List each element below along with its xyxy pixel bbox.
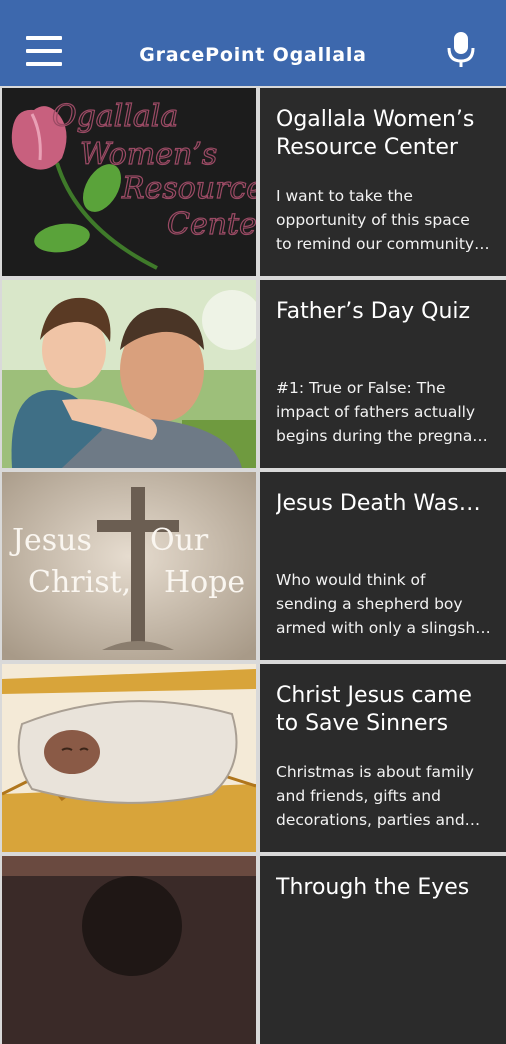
article-excerpt: #1: True or False: The impact of fathers… — [276, 379, 488, 445]
article-thumbnail — [2, 664, 256, 852]
article-thumbnail: Ogallala Women’s Resource Center — [2, 88, 256, 276]
thumbnail-text: Christ, — [28, 565, 131, 600]
thumbnail-text: Women’s — [80, 137, 217, 172]
article-title: Father’s Day Quiz — [276, 299, 471, 324]
article-content: Jesus Death Was… Who would think of send… — [260, 472, 506, 660]
article-thumbnail: Jesus Christ, Our Hope — [2, 472, 256, 660]
thumbnail-text: Our — [150, 523, 209, 558]
article-list: Ogallala Women’s Resource Center Ogallal… — [0, 86, 506, 1044]
microphone-icon[interactable] — [445, 30, 477, 70]
article-excerpt: Christmas is about family and friends, g… — [276, 763, 481, 829]
hamburger-menu-icon[interactable] — [26, 36, 62, 66]
article-content: Through the Eyes — [260, 856, 506, 1044]
article-title: Ogallala Women’s Resource Center — [276, 107, 475, 160]
list-item[interactable]: Father’s Day Quiz #1: True or False: The… — [2, 280, 506, 468]
thumbnail-text: Hope — [164, 565, 245, 600]
list-item[interactable]: Christ Jesus came to Save Sinners Christ… — [2, 664, 506, 852]
thumbnail-text: Ogallala — [52, 99, 178, 134]
thumbnail-text: Jesus — [9, 523, 92, 558]
thumbnail-text: Center — [167, 207, 256, 242]
app-bar: GracePoint Ogallala — [0, 0, 506, 86]
article-thumbnail — [2, 856, 256, 1044]
thumbnail-text: Resource — [121, 171, 256, 206]
article-title: Christ Jesus came to Save Sinners — [276, 683, 472, 736]
article-excerpt: Who would think of sending a shepherd bo… — [276, 571, 491, 637]
article-content: Father’s Day Quiz #1: True or False: The… — [260, 280, 506, 468]
article-content: Christ Jesus came to Save Sinners Christ… — [260, 664, 506, 852]
list-item[interactable]: Through the Eyes — [2, 856, 506, 1044]
article-title: Through the Eyes — [276, 875, 470, 900]
list-item[interactable]: Ogallala Women’s Resource Center Ogallal… — [2, 88, 506, 276]
app-title: GracePoint Ogallala — [139, 44, 367, 66]
article-content: Ogallala Women’s Resource Center I want … — [260, 88, 506, 276]
list-item[interactable]: Jesus Christ, Our Hope Jesus Death Was… … — [2, 472, 506, 660]
article-thumbnail — [2, 280, 256, 468]
article-title: Jesus Death Was… — [276, 491, 481, 516]
article-excerpt: I want to take the opportunity of this s… — [276, 187, 490, 253]
